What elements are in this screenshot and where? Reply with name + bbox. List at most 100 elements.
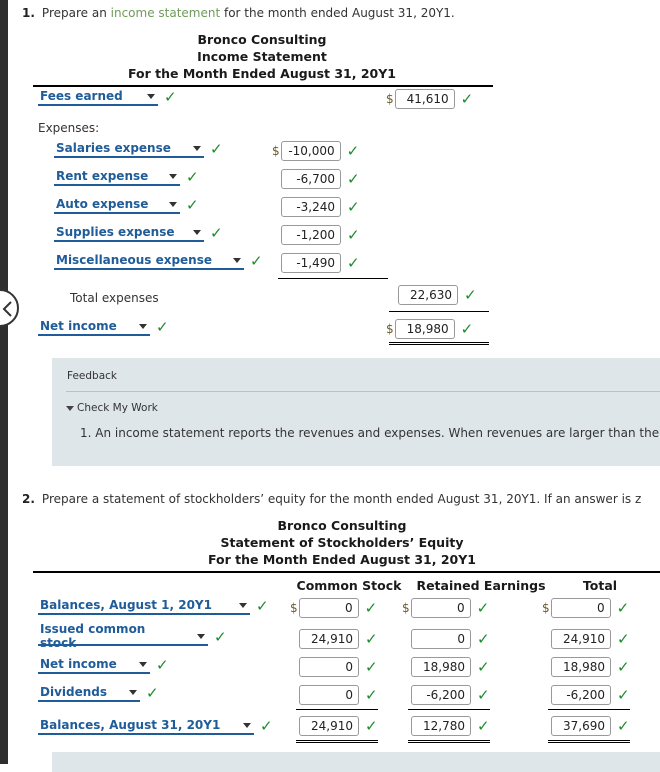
feedback-title: Feedback [67,370,118,382]
balances-aug31-retained-earnings-input[interactable] [411,716,471,736]
misc-expense-dropdown-label: Miscellaneous expense [56,253,212,267]
salaries-expense-account-cell: Salaries expense ✓ [54,141,223,158]
equity-net-income-common-stock-input[interactable] [299,657,359,677]
chevron-down-icon [193,145,201,151]
chevron-down-icon [239,602,247,608]
issued-common-stock-common-stock-input[interactable] [299,629,359,649]
dividends-common-stock-input[interactable] [299,685,359,705]
equity-net-income-dropdown-label: Net income [40,657,117,671]
issued-common-stock-total-cell: ✓ [551,629,630,649]
supplies-expense-check-icon: ✓ [210,224,223,242]
column-header-retained-earnings: Retained Earnings [416,578,546,593]
balances-aug31-total-input[interactable] [551,716,611,736]
feedback-divider [66,391,660,392]
dividends-re-cell: ✓ [411,685,490,705]
balances-aug1-common-stock-cell: $ ✓ [290,598,377,618]
rent-expense-dropdown[interactable]: Rent expense [54,169,180,186]
triangle-down-icon [66,405,74,411]
balances-aug31-account-cell: Balances, August 31, 20Y1 ✓ [38,718,273,735]
rent-expense-account-cell: Rent expense ✓ [54,169,199,186]
supplies-expense-dropdown[interactable]: Supplies expense [54,225,204,242]
chevron-down-icon [193,229,201,235]
equity-total-subtotal-rule [548,709,630,710]
balances-aug1-total-input[interactable] [550,598,611,618]
expenses-subtotal-rule [278,278,388,279]
misc-expense-dropdown[interactable]: Miscellaneous expense [54,253,244,270]
question-1-prompt: 1. Prepare an income statement for the m… [22,6,455,20]
salaries-expense-dropdown-label: Salaries expense [56,141,171,155]
salaries-expense-check-icon: ✓ [210,140,223,158]
net-income-account-cell: Net income ✓ [38,319,169,336]
auto-expense-dropdown[interactable]: Auto expense [54,197,180,214]
net-income-dollar-sign: $ [386,322,394,336]
issued-common-stock-total-input[interactable] [551,629,611,649]
balances-aug1-total-check-icon: ✓ [616,598,630,617]
net-income-dropdown[interactable]: Net income [38,319,150,336]
fees-earned-account-cell: Fees earned ✓ [38,89,177,106]
fees-earned-amount-check-icon: ✓ [460,89,474,108]
auto-expense-amount-check-icon: ✓ [347,197,360,216]
fees-earned-amount-input[interactable] [394,89,455,109]
rent-expense-check-icon: ✓ [186,168,199,186]
chevron-down-icon [233,257,241,263]
equity-net-income-retained-earnings-input[interactable] [411,657,471,677]
net-income-amount-input[interactable] [394,319,455,339]
balances-aug31-check-icon: ✓ [260,717,273,735]
salaries-expense-dropdown[interactable]: Salaries expense [54,141,204,158]
total-expenses-amount-cell: ✓ [398,285,477,305]
chevron-down-icon [169,201,177,207]
issued-common-stock-cs-cell: ✓ [299,629,378,649]
balances-aug31-cs-cell: ✓ [299,716,378,736]
feedback-panel: Feedback Check My Work 1. An income stat… [52,358,660,466]
issued-common-stock-retained-earnings-input[interactable] [411,629,471,649]
check-my-work-toggle[interactable]: Check My Work [66,402,158,414]
misc-expense-amount-input[interactable] [281,253,341,273]
dividends-account-cell: Dividends ✓ [38,685,159,702]
balances-aug31-dropdown[interactable]: Balances, August 31, 20Y1 [38,718,254,735]
balances-aug1-retained-earnings-input[interactable] [410,598,471,618]
q1-text-before: Prepare an [41,6,111,20]
balances-aug1-dropdown[interactable]: Balances, August 1, 20Y1 [38,598,250,615]
balances-aug1-cs-dollar-sign: $ [290,601,298,615]
rent-expense-amount-input[interactable] [281,169,341,189]
dividends-check-icon: ✓ [146,684,159,702]
income-statement-link[interactable]: income statement [111,6,221,20]
dividends-retained-earnings-input[interactable] [411,685,471,705]
fees-earned-dropdown[interactable]: Fees earned [38,89,158,106]
balances-aug1-retained-earnings-cell: $ ✓ [402,598,489,618]
salaries-expense-amount-input[interactable] [280,141,341,161]
supplies-expense-account-cell: Supplies expense ✓ [54,225,223,242]
equity-net-income-cs-check-icon: ✓ [365,657,378,676]
total-expenses-amount-input[interactable] [398,285,458,305]
net-income-amount-cell: $ ✓ [386,319,473,339]
balances-aug1-common-stock-input[interactable] [298,598,359,618]
income-statement-top-rule [33,85,493,87]
dividends-cs-check-icon: ✓ [365,685,378,704]
dividends-dropdown[interactable]: Dividends [38,685,140,702]
equity-net-income-dropdown[interactable]: Net income [38,657,150,674]
fees-earned-amount-cell: $ ✓ [386,89,473,109]
dividends-total-check-icon: ✓ [617,685,630,704]
auto-expense-amount-input[interactable] [281,197,341,217]
income-statement-period: For the Month Ended August 31, 20Y1 [128,66,396,81]
total-expenses-check-icon: ✓ [464,285,477,304]
balances-aug31-total-cell: ✓ [551,716,630,736]
equity-net-income-total-input[interactable] [551,657,611,677]
auto-expense-dropdown-label: Auto expense [56,197,149,211]
dividends-total-input[interactable] [551,685,611,705]
total-expenses-label: Total expenses [70,291,159,305]
balances-aug31-common-stock-input[interactable] [299,716,359,736]
rent-expense-amount-cell: ✓ [281,169,360,189]
supplies-expense-amount-input[interactable] [281,225,341,245]
issued-common-stock-dropdown-label: Issued common stock [40,622,146,650]
expenses-label: Expenses: [38,121,100,135]
equity-net-income-total-check-icon: ✓ [617,657,630,676]
issued-common-stock-re-check-icon: ✓ [477,629,490,648]
issued-common-stock-check-icon: ✓ [214,628,227,646]
auto-expense-account-cell: Auto expense ✓ [54,197,199,214]
balances-aug1-re-check-icon: ✓ [476,598,490,617]
rent-expense-dropdown-label: Rent expense [56,169,149,183]
auto-expense-check-icon: ✓ [186,196,199,214]
equity-net-income-re-check-icon: ✓ [477,657,490,676]
issued-common-stock-dropdown[interactable]: Issued common stock [38,622,208,650]
